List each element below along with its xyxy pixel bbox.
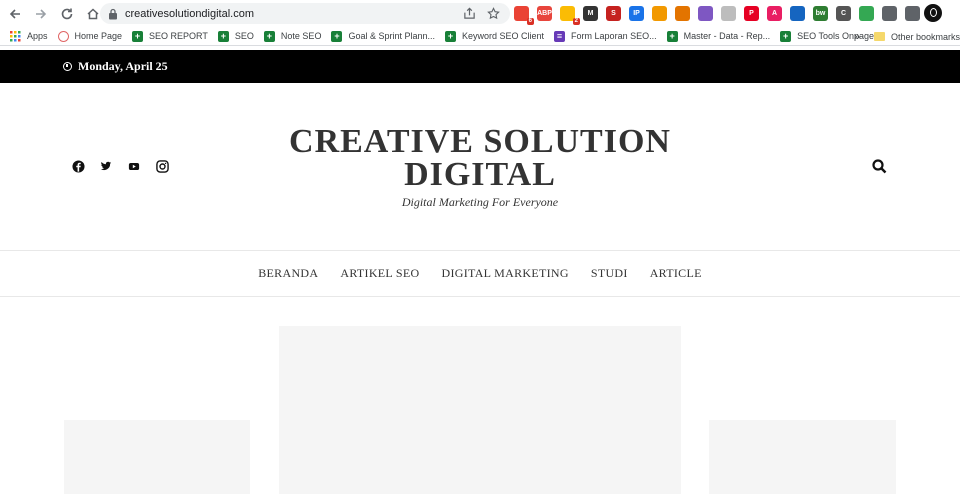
extension-label: IP	[633, 10, 640, 17]
a-extension-icon[interactable]: A	[767, 6, 782, 21]
menu-item-beranda[interactable]: BERANDA	[258, 266, 318, 281]
site-title[interactable]: CREATIVE SOLUTION DIGITAL	[260, 125, 700, 192]
bookmark-label: SEO REPORT	[149, 31, 208, 41]
extension-badge: 6	[526, 18, 534, 25]
reload-icon	[61, 8, 72, 19]
date-display: Monday, April 25	[63, 59, 168, 74]
reload-button[interactable]	[55, 2, 78, 25]
dots-extension-icon[interactable]	[859, 6, 874, 21]
bookmark-item[interactable]: ≡ Form Laporan SEO...	[554, 30, 657, 42]
site-header: CREATIVE SOLUTION DIGITAL Digital Market…	[0, 83, 960, 251]
extension-label: S	[611, 10, 616, 17]
extension-label: C	[840, 10, 847, 17]
sheets-icon: +	[263, 30, 275, 42]
youtube-icon[interactable]	[127, 159, 141, 173]
bookmark-item[interactable]: Home Page	[57, 30, 123, 42]
instagram-icon[interactable]	[155, 159, 169, 173]
sheets-icon: +	[780, 30, 792, 42]
other-bookmarks[interactable]: Other bookmarks	[891, 32, 960, 42]
bookmark-label: SEO	[234, 31, 254, 41]
pinterest-icon[interactable]: P	[744, 6, 759, 21]
bookmark-star-icon[interactable]	[486, 7, 500, 21]
folder-icon	[873, 32, 885, 41]
arrow-left-icon	[9, 8, 20, 19]
bookmark-label: Goal & Sprint Plann...	[348, 31, 435, 41]
menu-item-studi[interactable]: STUDI	[591, 266, 628, 281]
bookmark-label: Master - Data - Rep...	[683, 31, 771, 41]
adblock-icon[interactable]: ABP	[537, 6, 552, 21]
share-icon[interactable]	[462, 7, 476, 21]
top-bar: Monday, April 25	[0, 50, 960, 83]
extensions-bar: 6 ABP 2 M S IP P Abw C	[514, 4, 928, 25]
arrow-right-icon	[35, 8, 46, 19]
bookmark-item[interactable]: + SEO	[217, 30, 254, 42]
clock-icon	[63, 62, 72, 71]
left-post-placeholder	[64, 420, 250, 494]
sheets-icon: +	[217, 30, 229, 42]
bookmark-label: Home Page	[74, 31, 123, 41]
home-icon	[86, 7, 99, 19]
menu-item-article[interactable]: ARTICLE	[650, 266, 702, 281]
featured-post-placeholder	[279, 326, 681, 494]
extension-label: A	[771, 10, 778, 17]
extension-label: P	[749, 10, 754, 17]
bookmarks-bar: Apps Home Page + SEO REPORT + SEO + Note SEO + Go…	[0, 27, 960, 46]
date-text: Monday, April 25	[78, 59, 168, 73]
bookmark-label: Apps	[27, 31, 48, 41]
home-page-icon	[57, 30, 69, 42]
bookmark-item[interactable]: + Keyword SEO Client	[445, 30, 545, 42]
menu-item-artikel-seo[interactable]: ARTIKEL SEO	[340, 266, 419, 281]
right-post-placeholder	[709, 420, 896, 494]
lock-icon	[109, 8, 117, 19]
extension-badge: 2	[572, 18, 580, 25]
extension-2-icon[interactable]: 2	[560, 6, 580, 25]
menu-item-digital-marketing[interactable]: DIGITAL MARKETING	[442, 266, 569, 281]
profile-avatar[interactable]	[924, 4, 942, 22]
c-extension-icon[interactable]: C	[836, 6, 851, 21]
back-button[interactable]	[3, 2, 26, 25]
social-links	[71, 159, 183, 173]
bookmark-item[interactable]: + SEO REPORT	[132, 30, 208, 42]
search-button[interactable]	[872, 159, 887, 174]
bookmark-item[interactable]: Apps	[10, 30, 48, 42]
bookmarks-right: » Other bookmarks	[854, 27, 960, 46]
forms-icon: ≡	[554, 30, 566, 42]
main-navigation: BERANDA ARTIKEL SEO DIGITAL MARKETING STUDI…	[0, 251, 960, 297]
bookmark-item[interactable]: + Goal & Sprint Plann...	[331, 30, 435, 42]
facebook-icon[interactable]	[71, 159, 85, 173]
bookmark-label: Form Laporan SEO...	[571, 31, 657, 41]
bookmark-label: Note SEO	[280, 31, 322, 41]
s-extension-icon[interactable]: S	[606, 6, 621, 21]
person-extension-icon[interactable]	[790, 6, 805, 21]
address-bar[interactable]: creativesolutiondigital.com	[100, 3, 510, 24]
search-icon	[872, 159, 887, 174]
sheets-icon: +	[666, 30, 678, 42]
puzzle-icon[interactable]	[882, 6, 897, 21]
url-text: creativesolutiondigital.com	[125, 7, 255, 20]
extension-label: bw	[815, 10, 826, 17]
browser-toolbar: creativesolutiondigital.com 6 ABP 2 M S IP P Ab…	[0, 0, 960, 27]
bw-extension-icon[interactable]: bw	[813, 6, 828, 21]
moon-extension-icon[interactable]	[721, 6, 736, 21]
sheets-icon: +	[331, 30, 343, 42]
color-extension-icon[interactable]	[698, 6, 713, 21]
gmail-extension-icon[interactable]: 6	[514, 6, 534, 25]
extension-label: ABP	[537, 10, 552, 17]
forward-button[interactable]	[29, 2, 52, 25]
sheets-icon: +	[445, 30, 456, 42]
twitter-icon[interactable]	[99, 159, 113, 173]
face-extension-icon[interactable]	[675, 6, 690, 21]
sheets-icon: +	[132, 30, 144, 42]
more-bookmarks-button[interactable]: »	[854, 31, 860, 43]
bookmark-label: Keyword SEO Client	[462, 31, 545, 41]
site-tagline: Digital Marketing For Everyone	[401, 195, 559, 209]
ip-extension-icon[interactable]: IP	[629, 6, 644, 21]
sidebar-icon[interactable]	[905, 6, 920, 21]
m-extension-icon[interactable]: M	[583, 6, 598, 21]
sun-extension-icon[interactable]	[652, 6, 667, 21]
bookmark-item[interactable]: + Note SEO	[263, 30, 322, 42]
bookmark-item[interactable]: + Master - Data - Rep...	[666, 30, 771, 42]
extension-label: M	[587, 10, 594, 17]
apps-grid-icon	[10, 30, 21, 42]
